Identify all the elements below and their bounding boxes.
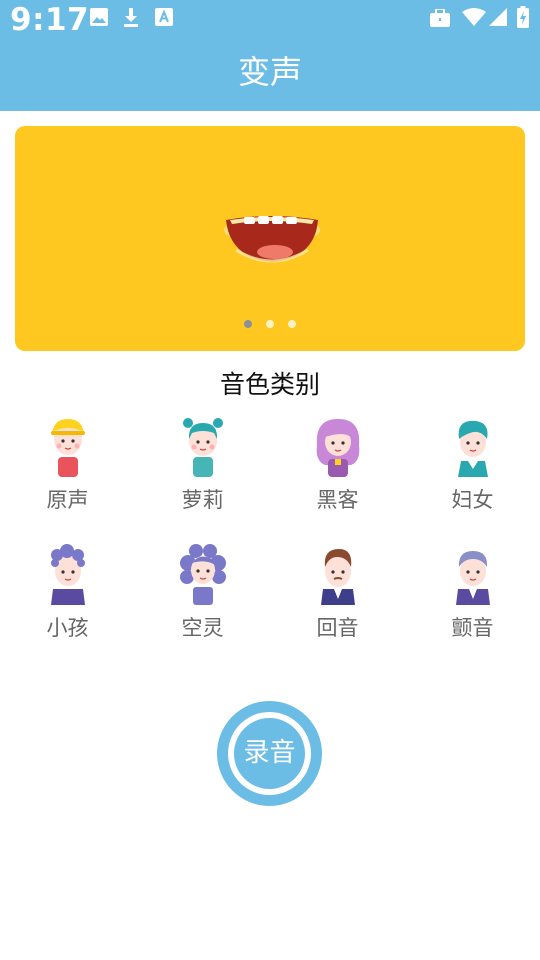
banner-carousel[interactable] [15, 126, 525, 351]
child-curly-hair-avatar [51, 544, 85, 605]
text-a-icon [155, 8, 173, 26]
purple-hair-avatar [316, 419, 360, 477]
voice-label: 原声 [46, 488, 89, 512]
voice-label: 妇女 [451, 488, 494, 512]
voice-item-loli[interactable]: 萝莉 [135, 415, 270, 525]
man-brown-hair-avatar [321, 549, 355, 605]
status-bar: 9:17 [0, 0, 540, 38]
voice-item-hacker[interactable]: 黑客 [270, 415, 405, 525]
record-button[interactable]: 录音 [217, 701, 322, 806]
download-icon [124, 8, 138, 27]
voice-item-echo[interactable]: 回音 [270, 543, 405, 653]
signal-icon [489, 8, 507, 26]
girl-teal-buns-avatar [183, 418, 223, 477]
voice-label: 小孩 [46, 616, 89, 640]
voice-item-vibrato[interactable]: 颤音 [405, 543, 540, 653]
carousel-dot-1[interactable] [244, 320, 252, 328]
voice-category-title: 音色类别 [219, 370, 320, 399]
voice-item-original[interactable]: 原声 [0, 415, 135, 525]
teal-hair-avatar [458, 420, 488, 477]
mouth-illustration [224, 216, 320, 263]
voice-item-ethereal[interactable]: 空灵 [135, 543, 270, 653]
wifi-icon [462, 8, 486, 26]
boy-yellow-hat-avatar [51, 419, 85, 477]
voice-label: 颤音 [451, 616, 494, 640]
voice-item-woman[interactable]: 妇女 [405, 415, 540, 525]
voice-label: 萝莉 [181, 488, 224, 512]
voice-label: 回音 [316, 616, 359, 640]
battery-charging-icon [517, 6, 529, 28]
voice-label: 黑客 [316, 488, 359, 512]
app-header: 9:17 变声 [0, 0, 540, 111]
carousel-dot-3[interactable] [288, 320, 296, 328]
voice-item-child[interactable]: 小孩 [0, 543, 135, 653]
old-man-avatar [456, 551, 490, 605]
curly-purple-hair-avatar [180, 544, 226, 605]
status-time: 9:17 [10, 2, 90, 38]
voice-label: 空灵 [181, 616, 224, 640]
page-title: 变声 [237, 53, 302, 91]
image-icon [90, 8, 108, 26]
briefcase-icon [430, 9, 450, 27]
record-label: 录音 [243, 738, 296, 768]
carousel-dot-2[interactable] [266, 320, 274, 328]
